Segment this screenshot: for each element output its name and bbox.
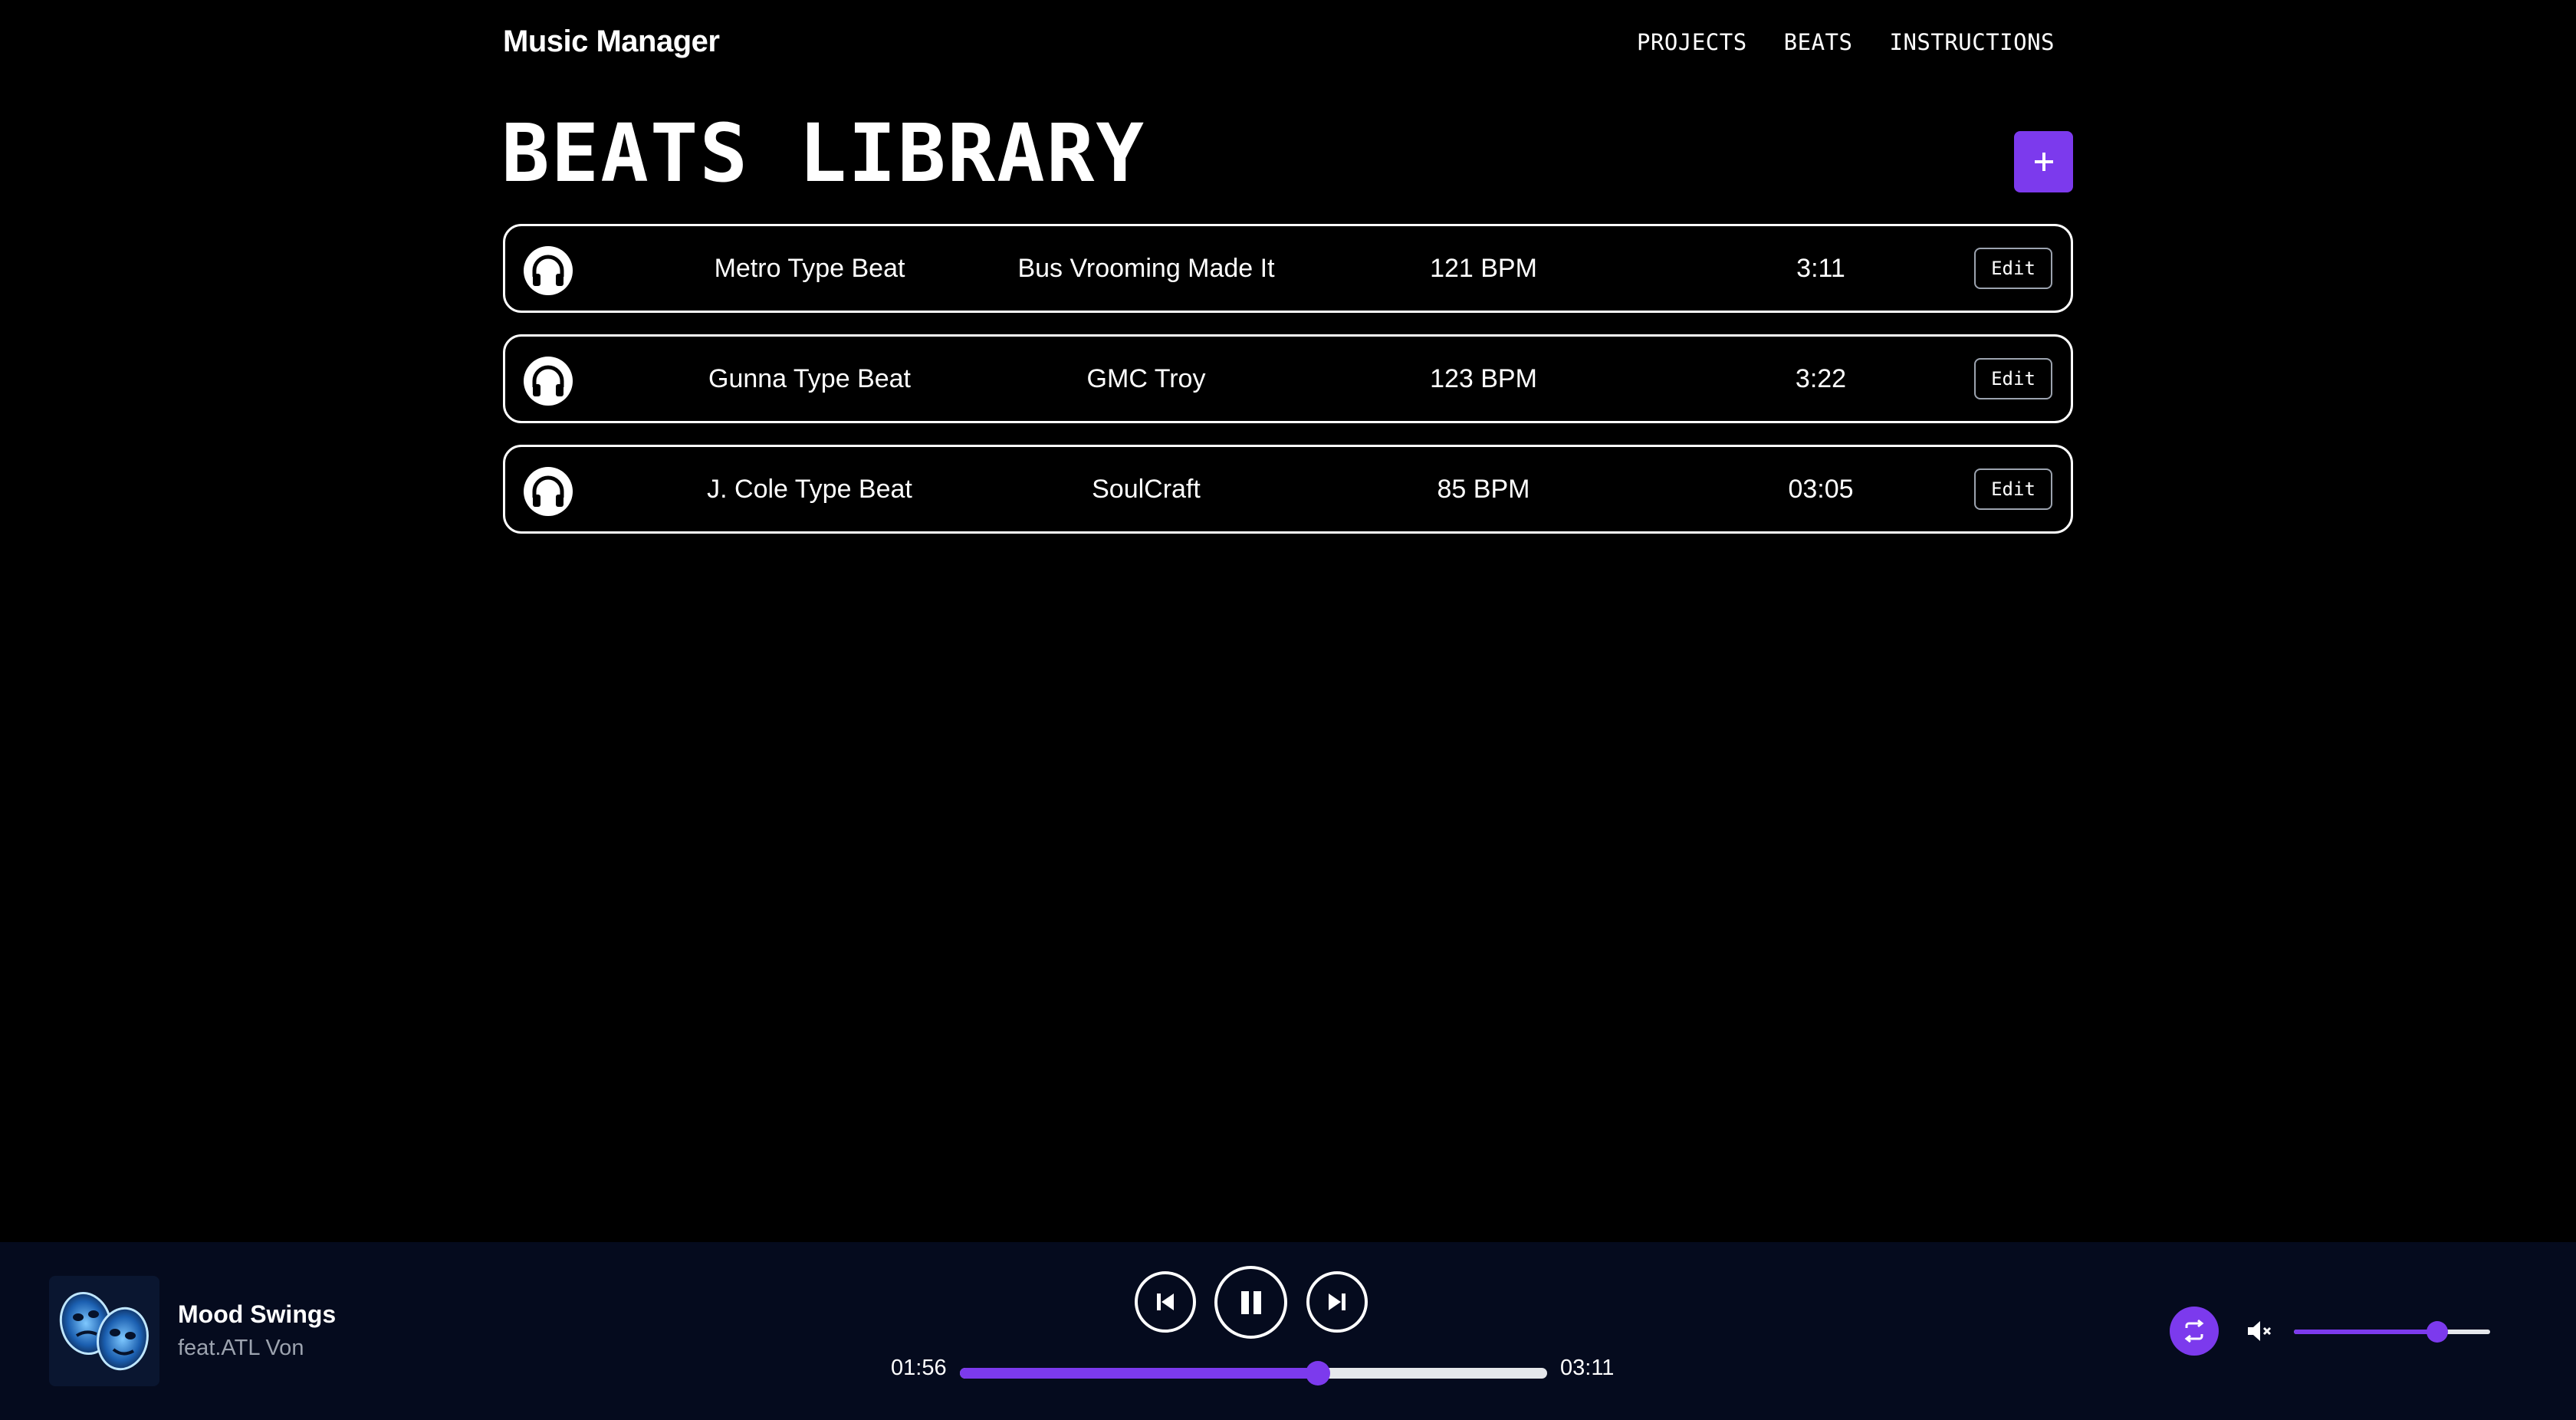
mute-button[interactable] — [2242, 1314, 2275, 1348]
beat-producer: SoulCraft — [1092, 474, 1201, 504]
top-header: Music Manager PROJECTS BEATS INSTRUCTION… — [503, 0, 2073, 89]
beat-bpm: 85 BPM — [1437, 474, 1530, 504]
beat-bpm: 121 BPM — [1430, 253, 1537, 283]
total-time: 03:11 — [1560, 1356, 1615, 1380]
beat-name: Metro Type Beat — [714, 253, 905, 283]
brand-logo[interactable]: Music Manager — [503, 25, 720, 59]
volume-mute-icon — [2248, 1321, 2272, 1341]
album-cover — [49, 1276, 159, 1386]
headphones-icon[interactable] — [524, 467, 573, 516]
volume-slider[interactable] — [2294, 1321, 2490, 1343]
plus-icon — [2034, 153, 2053, 171]
beat-bpm: 123 BPM — [1430, 363, 1537, 393]
page: Music Manager PROJECTS BEATS INSTRUCTION… — [0, 0, 2576, 1420]
progress-thumb[interactable] — [1306, 1361, 1331, 1385]
beat-duration: 3:11 — [1796, 253, 1845, 283]
add-beat-button[interactable] — [2014, 131, 2073, 192]
volume-fill — [2294, 1330, 2437, 1334]
previous-button[interactable] — [1135, 1271, 1196, 1333]
main-nav: PROJECTS BEATS INSTRUCTIONS — [1637, 29, 2055, 55]
beat-list: Metro Type Beat Bus Vrooming Made It 121… — [503, 224, 2073, 555]
edit-button[interactable]: Edit — [1974, 468, 2052, 510]
current-time: 01:56 — [891, 1356, 947, 1380]
progress-fill — [960, 1368, 1319, 1379]
beat-duration: 03:05 — [1788, 474, 1854, 504]
nav-beats[interactable]: BEATS — [1784, 29, 1853, 55]
nav-instructions[interactable]: INSTRUCTIONS — [1889, 29, 2055, 55]
repeat-button[interactable] — [2170, 1307, 2219, 1356]
nav-projects[interactable]: PROJECTS — [1637, 29, 1747, 55]
repeat-icon — [2184, 1319, 2204, 1343]
progress-bar[interactable] — [960, 1361, 1547, 1385]
volume-thumb[interactable] — [2426, 1321, 2448, 1343]
next-button[interactable] — [1306, 1271, 1368, 1333]
track-artist: feat.ATL Von — [178, 1336, 304, 1360]
headphones-icon[interactable] — [524, 357, 573, 406]
beat-row[interactable]: Metro Type Beat Bus Vrooming Made It 121… — [503, 224, 2073, 313]
skip-back-icon — [1157, 1293, 1174, 1310]
edit-button[interactable]: Edit — [1974, 358, 2052, 399]
edit-button[interactable]: Edit — [1974, 248, 2052, 289]
skip-forward-icon — [1329, 1293, 1346, 1310]
pause-icon — [1240, 1290, 1261, 1314]
beat-row[interactable]: Gunna Type Beat GMC Troy 123 BPM 3:22 Ed… — [503, 334, 2073, 423]
beat-name: J. Cole Type Beat — [707, 474, 912, 504]
beat-row[interactable]: J. Cole Type Beat SoulCraft 85 BPM 03:05… — [503, 445, 2073, 534]
pause-button[interactable] — [1214, 1266, 1287, 1339]
headphones-icon[interactable] — [524, 246, 573, 295]
player-bar: Mood Swings feat.ATL Von 01:56 03:11 — [0, 1242, 2576, 1420]
page-title: BEATS LIBRARY — [501, 107, 1145, 200]
track-title: Mood Swings — [178, 1300, 337, 1328]
beat-producer: GMC Troy — [1086, 363, 1206, 393]
beat-producer: Bus Vrooming Made It — [1017, 253, 1275, 283]
beat-duration: 3:22 — [1795, 363, 1847, 393]
beat-name: Gunna Type Beat — [708, 363, 912, 393]
